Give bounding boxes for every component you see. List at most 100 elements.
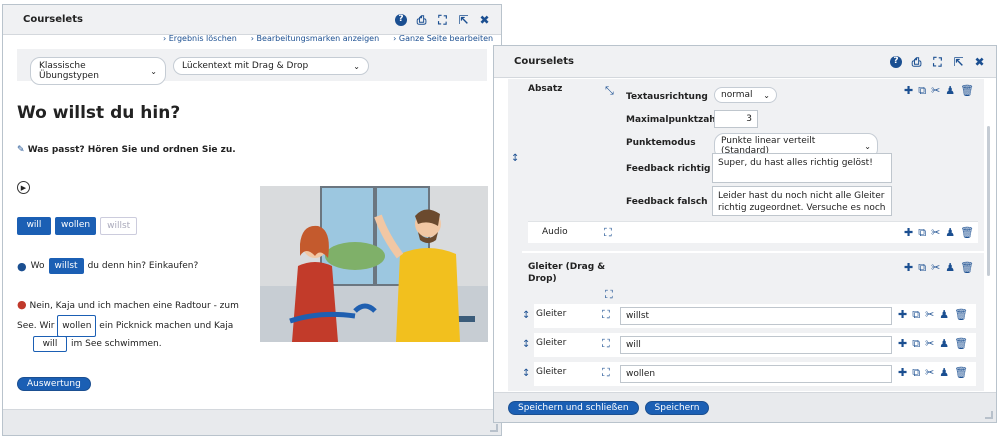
textausrichtung-label: Textausrichtung (626, 92, 708, 102)
delete-icon[interactable]: 🗑 (954, 308, 968, 322)
user-icon[interactable]: ♟ (939, 366, 949, 380)
gap-filled[interactable]: will (33, 336, 67, 352)
user-icon[interactable]: ♟ (945, 84, 955, 98)
evaluate-button[interactable]: Auswertung (17, 377, 91, 391)
user-icon: ● (17, 259, 27, 273)
copy-icon[interactable]: ⧉ (918, 226, 926, 240)
delete-icon[interactable]: 🗑 (954, 337, 968, 351)
popout-icon[interactable]: ⇱ (457, 13, 470, 26)
gleiter-input[interactable]: willst (620, 307, 892, 325)
feedback-richtig-textarea[interactable]: Super, du hast alles richtig gelöst! (712, 153, 892, 183)
collapse-icon[interactable]: ⤡ (605, 84, 614, 98)
close-icon[interactable]: ✖ (478, 13, 491, 26)
expand-icon[interactable]: ⛶ (602, 308, 610, 322)
feedback-falsch-label: Feedback falsch (626, 197, 708, 207)
expand-icon[interactable]: ⛶ (602, 337, 610, 351)
gleiter-actions: ✚ ⧉ ✂ ♟ 🗑 (898, 308, 968, 322)
user-icon[interactable]: ♟ (945, 261, 955, 275)
add-icon[interactable]: ✚ (898, 366, 907, 380)
save-and-close-button[interactable]: Speichern und schließen (508, 400, 639, 415)
user-icon[interactable]: ♟ (945, 226, 955, 240)
exercise-category-select[interactable]: Klassische Übungstypen ⌄ (30, 57, 166, 85)
gleiter-cell: Gleiter ⛶ willst ✚ ⧉ ✂ ♟ 🗑 (534, 304, 976, 328)
chip-pool: will wollen willst (17, 217, 138, 235)
block-actions: ✚ ⧉ ✂ ♟ 🗑 (904, 84, 974, 98)
illustration (260, 186, 488, 342)
drag-chip[interactable]: will (17, 217, 51, 235)
help-icon[interactable]: ? (395, 13, 407, 26)
add-icon[interactable]: ✚ (904, 261, 913, 275)
cut-icon[interactable]: ✂ (925, 366, 934, 380)
resize-handle[interactable] (985, 411, 993, 419)
gap-filled[interactable]: wollen (57, 315, 97, 337)
clear-result-link[interactable]: › Ergebnis löschen (163, 34, 237, 44)
gleiter-input[interactable]: wollen (620, 365, 892, 383)
gleiter-cell: Gleiter ⛶ wollen ✚ ⧉ ✂ ♟ 🗑 (534, 362, 976, 386)
drag-chip[interactable]: wollen (55, 217, 97, 235)
add-icon[interactable]: ✚ (898, 308, 907, 322)
gleiter-input[interactable]: will (620, 336, 892, 354)
print-icon[interactable]: ⎙ (415, 13, 428, 26)
drag-handle[interactable]: ↕ (511, 153, 519, 164)
gleiter-label: Gleiter (536, 367, 567, 377)
copy-icon[interactable]: ⧉ (918, 84, 926, 98)
edit-page-link[interactable]: › Ganze Seite bearbeiten (393, 34, 493, 44)
textausrichtung-select[interactable]: normal ⌄ (714, 87, 777, 103)
help-icon[interactable]: ? (890, 55, 902, 68)
cut-icon[interactable]: ✂ (925, 308, 934, 322)
right-titlebar: Courselets ? ⎙ ⛶ ⇱ ✖ (494, 46, 996, 78)
fullscreen-icon[interactable]: ⛶ (436, 13, 449, 26)
drag-handle[interactable]: ↕ (522, 310, 530, 321)
copy-icon[interactable]: ⧉ (912, 308, 920, 322)
maximalpunktzahl-label: Maximalpunktzahl (626, 115, 719, 125)
exercise-type-select[interactable]: Lückentext mit Drag & Drop ⌄ (173, 57, 369, 75)
cut-icon[interactable]: ✂ (931, 261, 940, 275)
delete-icon[interactable]: 🗑 (960, 261, 974, 275)
gleiter-cell: Gleiter ⛶ will ✚ ⧉ ✂ ♟ 🗑 (534, 333, 976, 357)
people-illustration (260, 186, 488, 342)
maximalpunktzahl-input[interactable]: 3 (714, 110, 758, 128)
gleiter-actions: ✚ ⧉ ✂ ♟ 🗑 (898, 337, 968, 351)
left-window-title: Courselets (23, 14, 83, 25)
left-titlebar: Courselets ? ⎙ ⛶ ⇱ ✖ (3, 5, 501, 35)
save-button[interactable]: Speichern (644, 400, 710, 415)
copy-icon[interactable]: ⧉ (918, 261, 926, 275)
expand-icon[interactable]: ⛶ (605, 288, 613, 302)
page-title: Wo willst du hin? (17, 103, 181, 123)
expand-icon[interactable]: ⛶ (604, 226, 612, 240)
cut-icon[interactable]: ✂ (925, 337, 934, 351)
print-icon[interactable]: ⎙ (910, 55, 923, 68)
user-icon[interactable]: ♟ (939, 337, 949, 351)
popout-icon[interactable]: ⇱ (952, 55, 965, 68)
right-window: Courselets ? ⎙ ⛶ ⇱ ✖ ↕ Absatz ⤡ ✚ ⧉ ✂ ♟ 🗑 Te… (493, 45, 997, 423)
user-icon[interactable]: ♟ (939, 308, 949, 322)
gap-filled[interactable]: willst (48, 258, 84, 274)
add-icon[interactable]: ✚ (898, 337, 907, 351)
add-icon[interactable]: ✚ (904, 84, 913, 98)
resize-handle[interactable] (490, 424, 498, 432)
delete-icon[interactable]: 🗑 (960, 226, 974, 240)
drag-handle[interactable]: ↕ (522, 339, 530, 350)
cut-icon[interactable]: ✂ (931, 226, 940, 240)
show-markers-link[interactable]: › Bearbeitungsmarken anzeigen (251, 34, 379, 44)
expand-icon[interactable]: ⛶ (602, 366, 610, 380)
absatz-label: Absatz (528, 84, 563, 94)
drag-chip-used: willst (100, 217, 138, 235)
left-window: Courselets ? ⎙ ⛶ ⇱ ✖ › Ergebnis löschen … (2, 4, 502, 436)
close-icon[interactable]: ✖ (973, 55, 986, 68)
scrollbar[interactable] (987, 126, 990, 276)
gleiter-row: ↕ Gleiter ⛶ wollen ✚ ⧉ ✂ ♟ 🗑 (522, 360, 984, 388)
feedback-falsch-textarea[interactable]: Leider hast du noch nicht alle Gleiter r… (712, 186, 892, 216)
edit-links: › Ergebnis löschen › Bearbeitungsmarken … (163, 34, 493, 44)
copy-icon[interactable]: ⧉ (912, 366, 920, 380)
cut-icon[interactable]: ✂ (931, 84, 940, 98)
delete-icon[interactable]: 🗑 (954, 366, 968, 380)
audio-play-icon[interactable]: ▶ (17, 181, 30, 194)
drag-handle[interactable]: ↕ (522, 368, 530, 379)
add-icon[interactable]: ✚ (904, 226, 913, 240)
delete-icon[interactable]: 🗑 (960, 84, 974, 98)
left-footer (3, 409, 501, 435)
copy-icon[interactable]: ⧉ (912, 337, 920, 351)
fullscreen-icon[interactable]: ⛶ (931, 55, 944, 68)
right-window-title: Courselets (514, 56, 574, 67)
